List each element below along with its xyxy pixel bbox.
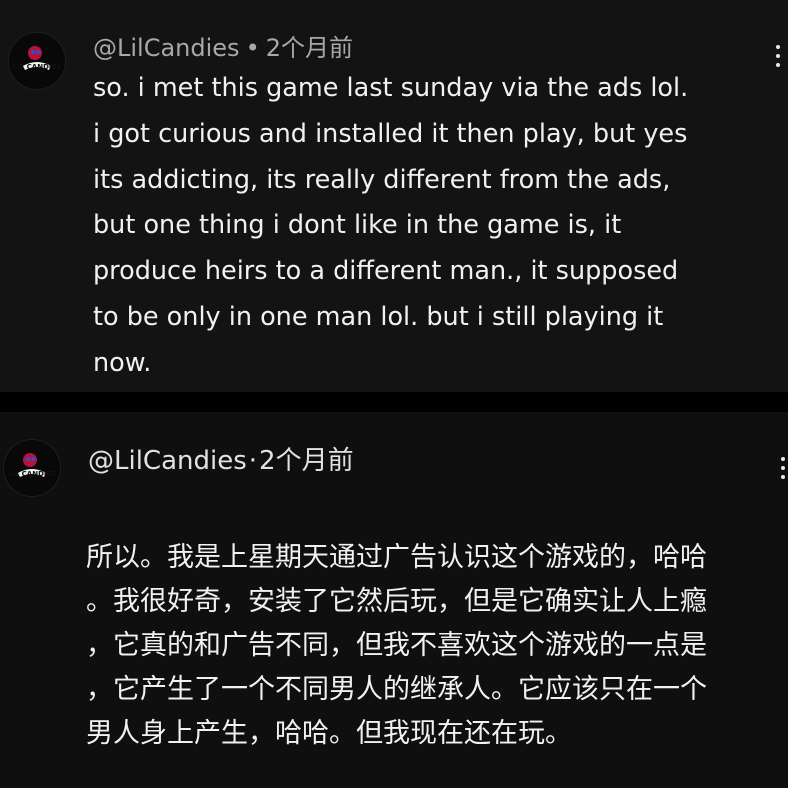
more-vertical-icon[interactable]	[778, 457, 788, 484]
divider	[0, 392, 788, 412]
avatar[interactable]: LIL CANDIES	[8, 32, 66, 90]
comments-screen: LIL CANDIES @LilCandies • 2个月前 so. i met t…	[0, 0, 788, 788]
avatar-logo-icon: LIL CANDIES	[9, 33, 65, 89]
comment-meta: @LilCandies·2个月前	[88, 440, 354, 477]
avatar-text: LIL CANDIES	[8, 470, 57, 478]
author-handle[interactable]: @LilCandies	[93, 34, 240, 62]
avatar-logo-icon: LIL CANDIES	[4, 440, 60, 496]
comment-text: so. i met this game last sunday via the …	[93, 73, 689, 378]
comment-card-english: LIL CANDIES @LilCandies • 2个月前 so. i met t…	[0, 0, 788, 392]
comment-time: 2个月前	[259, 446, 354, 476]
author-handle[interactable]: @LilCandies	[88, 446, 247, 476]
comment-text: 所以。我是上星期天通过广告认识这个游戏的，哈哈 。我很好奇，安装了它然后玩，但是…	[86, 542, 707, 749]
comment-time: 2个月前	[265, 34, 353, 62]
comment-meta: @LilCandies • 2个月前	[93, 28, 353, 63]
more-vertical-icon[interactable]	[773, 45, 783, 72]
avatar-text: LIL CANDIES	[13, 63, 62, 71]
meta-separator: ·	[248, 446, 258, 476]
meta-separator: •	[245, 34, 260, 62]
avatar[interactable]: LIL CANDIES	[3, 439, 61, 497]
